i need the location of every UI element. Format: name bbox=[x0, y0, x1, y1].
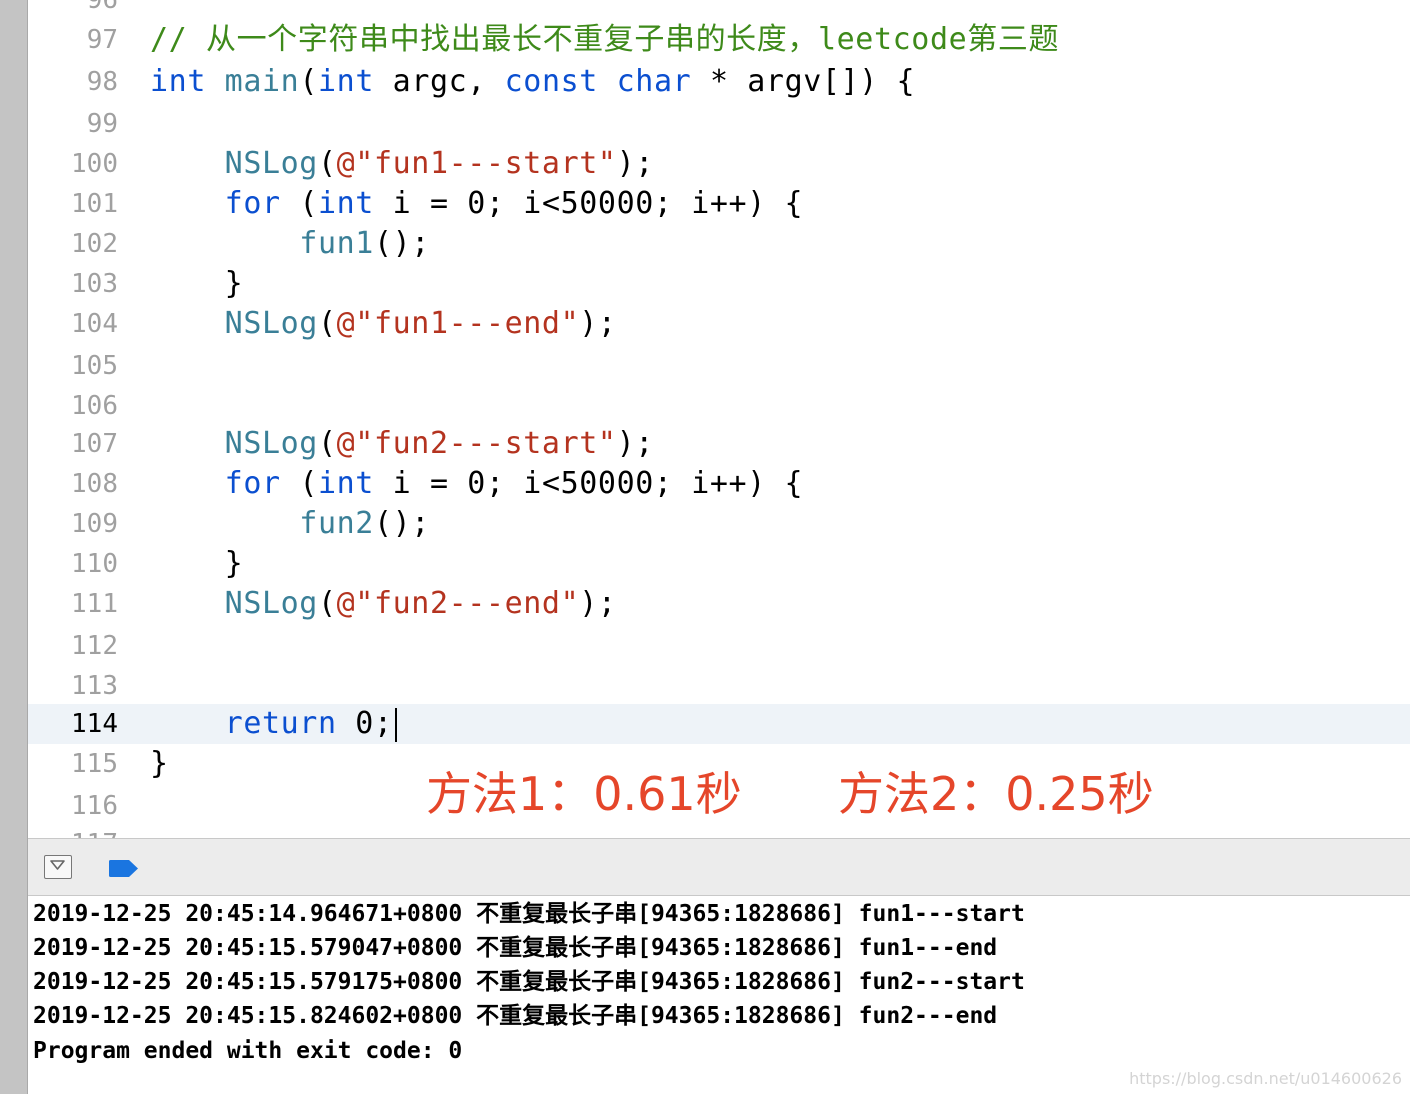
code-line: 107 NSLog(@"fun2---start"); bbox=[28, 424, 1410, 464]
line-number: 109 bbox=[71, 509, 118, 539]
line-number: 117 bbox=[28, 824, 118, 838]
line-number: 116 bbox=[71, 791, 118, 821]
line-number: 108 bbox=[71, 469, 118, 499]
code-line: 112 bbox=[28, 626, 1410, 666]
code-line: 103 } bbox=[28, 264, 1410, 304]
keyword: for bbox=[224, 186, 281, 221]
debug-area-toolbar bbox=[28, 838, 1410, 896]
console-output[interactable]: 2019-12-25 20:45:14.964671+0800 不重复最长子串[… bbox=[28, 896, 1410, 1094]
line-number: 106 bbox=[71, 391, 118, 421]
line-number: 101 bbox=[71, 189, 118, 219]
code-line: 97 // 从一个字符串中找出最长不重复子串的长度，leetcode第三题 bbox=[28, 20, 1410, 60]
line-number: 111 bbox=[71, 589, 118, 619]
code-line: 111 NSLog(@"fun2---end"); bbox=[28, 584, 1410, 624]
function-name: fun2 bbox=[299, 506, 374, 541]
code-line: 96 bbox=[28, 0, 1410, 20]
code-line: 109 fun2(); bbox=[28, 504, 1410, 544]
line-number: 102 bbox=[71, 229, 118, 259]
function-name: fun1 bbox=[299, 226, 374, 261]
keyword: int bbox=[318, 64, 374, 99]
line-number: 97 bbox=[86, 25, 118, 55]
left-gutter-strip bbox=[0, 0, 28, 1094]
console-line: 2019-12-25 20:45:15.824602+0800 不重复最长子串[… bbox=[33, 1003, 998, 1029]
string-literal: @"fun2---end" bbox=[336, 586, 580, 621]
line-number: 100 bbox=[71, 149, 118, 179]
code-line: 113 bbox=[28, 666, 1410, 706]
console-line: 2019-12-25 20:45:15.579175+0800 不重复最长子串[… bbox=[33, 969, 1025, 995]
code-comment: // 从一个字符串中找出最长不重复子串的长度，leetcode第三题 bbox=[150, 22, 1060, 57]
line-number: 114 bbox=[71, 709, 118, 739]
console-line: 2019-12-25 20:45:15.579047+0800 不重复最长子串[… bbox=[33, 935, 998, 961]
line-number: 104 bbox=[71, 309, 118, 339]
function-name: NSLog bbox=[224, 146, 318, 181]
code-line: 99 bbox=[28, 104, 1410, 144]
string-literal: @"fun2---start" bbox=[336, 426, 617, 461]
line-number: 115 bbox=[71, 749, 118, 779]
triangle-down-icon[interactable] bbox=[44, 855, 72, 879]
line-number: 113 bbox=[71, 671, 118, 701]
timing-annotation-method1: 方法1：0.61秒 bbox=[426, 767, 742, 821]
code-line: 105 bbox=[28, 346, 1410, 386]
line-number: 98 bbox=[86, 67, 118, 97]
line-number: 110 bbox=[71, 549, 118, 579]
breakpoint-icon-graphic bbox=[109, 860, 138, 877]
function-name: main bbox=[224, 64, 300, 99]
triangle-down-icon-graphic bbox=[50, 860, 65, 870]
string-literal: @"fun1---end" bbox=[336, 306, 580, 341]
code-line: 117 bbox=[28, 824, 1410, 838]
code-line: 108 for (int i = 0; i<50000; i++) { bbox=[28, 464, 1410, 504]
code-line: 98 int main(int argc, const char * argv[… bbox=[28, 62, 1410, 102]
string-literal: @"fun1---start" bbox=[336, 146, 617, 181]
keyword: int bbox=[317, 466, 374, 501]
keyword: const bbox=[504, 64, 598, 99]
keyword: for bbox=[224, 466, 281, 501]
code-line: 104 NSLog(@"fun1---end"); bbox=[28, 304, 1410, 344]
console-line: 2019-12-25 20:45:14.964671+0800 不重复最长子串[… bbox=[33, 901, 1025, 927]
console-line: Program ended with exit code: 0 bbox=[33, 1038, 463, 1064]
line-number: 105 bbox=[71, 351, 118, 381]
watermark: https://blog.csdn.net/u014600626 bbox=[1129, 1069, 1402, 1088]
function-name: NSLog bbox=[224, 586, 318, 621]
line-number: 96 bbox=[86, 0, 118, 15]
code-line: 106 bbox=[28, 386, 1410, 426]
timing-annotation-method2: 方法2：0.25秒 bbox=[838, 767, 1154, 821]
keyword: return bbox=[224, 706, 337, 741]
line-number: 107 bbox=[71, 429, 118, 459]
code-line: 101 for (int i = 0; i<50000; i++) { bbox=[28, 184, 1410, 224]
keyword: char bbox=[616, 64, 692, 99]
function-name: NSLog bbox=[224, 306, 318, 341]
breakpoint-icon[interactable] bbox=[108, 860, 138, 877]
line-number: 112 bbox=[71, 631, 118, 661]
line-number: 103 bbox=[71, 269, 118, 299]
line-number: 99 bbox=[86, 109, 118, 139]
keyword: int bbox=[150, 64, 206, 99]
function-name: NSLog bbox=[224, 426, 318, 461]
code-line: 102 fun1(); bbox=[28, 224, 1410, 264]
text-caret bbox=[394, 707, 397, 742]
keyword: int bbox=[317, 186, 374, 221]
code-editor[interactable]: 96 97 // 从一个字符串中找出最长不重复子串的长度，leetcode第三题… bbox=[28, 0, 1410, 838]
current-code-line[interactable]: 114 return 0; bbox=[28, 704, 1410, 744]
code-line: 100 NSLog(@"fun1---start"); bbox=[28, 144, 1410, 184]
code-line: 110 } bbox=[28, 544, 1410, 584]
